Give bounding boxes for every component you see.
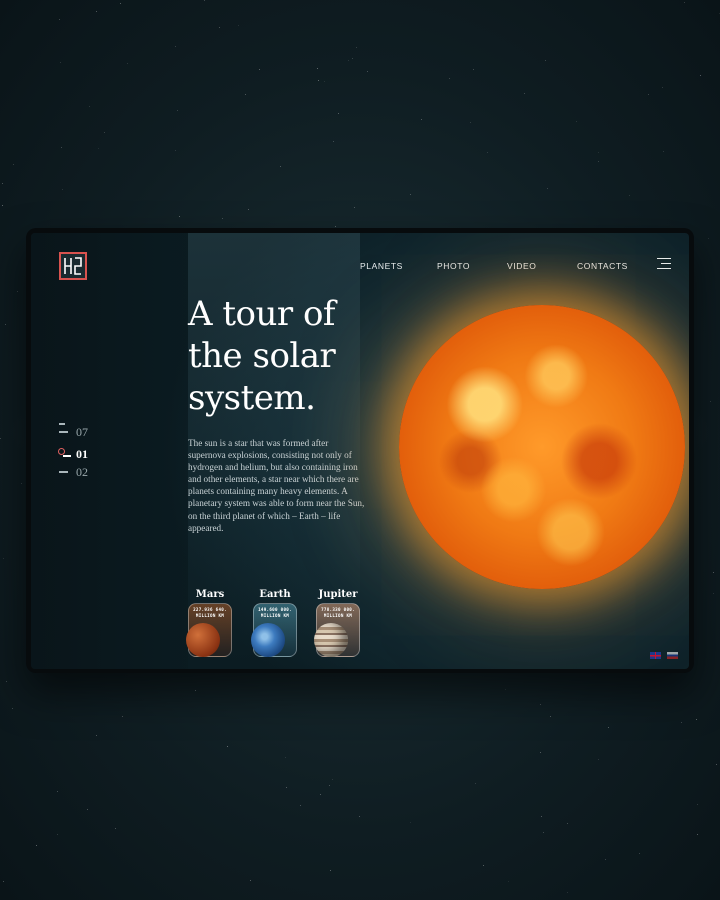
nav-video[interactable]: VIDEO [507,261,536,271]
earth-image [251,623,285,657]
hamburger-menu-icon[interactable] [655,258,671,270]
pager-item-01[interactable]: 01 [58,447,99,461]
pager-item-02[interactable]: 02 [59,465,99,479]
active-indicator-icon [58,448,65,455]
pager-item-07[interactable]: 07 [59,423,99,439]
website-screen: PLANETS PHOTO VIDEO CONTACTS A tour of t… [31,233,689,669]
hero-description: The sun is a star that was formed after … [188,438,365,533]
hs-logo-icon [64,257,82,275]
sun-image [399,305,685,589]
brand-logo[interactable] [59,252,87,280]
en-flag-icon[interactable] [650,652,661,659]
mars-image [186,623,220,657]
planet-card-jupiter[interactable]: Jupiter 778.330 000. MILLION KM [314,589,362,669]
planet-card-earth[interactable]: Earth 149.600 000. MILLION KM [251,589,299,669]
nav-planets[interactable]: PLANETS [360,261,403,271]
page-title: A tour of the solar system. [188,294,336,418]
ru-flag-icon[interactable] [667,652,678,659]
jupiter-image [314,623,348,657]
planet-card-mars[interactable]: Mars 227.936 640. MILLION KM [186,589,234,669]
nav-photo[interactable]: PHOTO [437,261,470,271]
nav-contacts[interactable]: CONTACTS [577,261,628,271]
